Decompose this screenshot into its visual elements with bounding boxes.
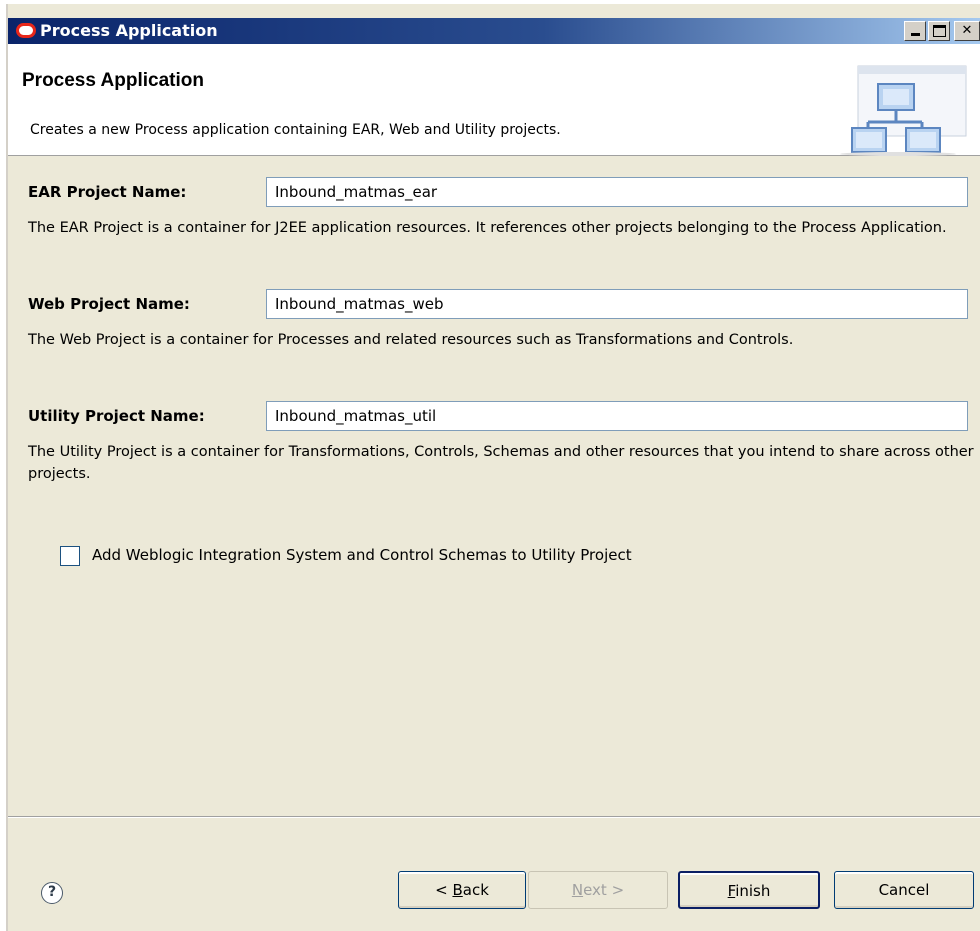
help-icon[interactable]: ?: [41, 882, 63, 904]
cancel-button[interactable]: Cancel: [834, 871, 974, 909]
add-schemas-label[interactable]: Add Weblogic Integration System and Cont…: [92, 546, 632, 564]
utility-project-label: Utility Project Name:: [28, 407, 205, 425]
minimize-button[interactable]: [904, 21, 926, 41]
web-project-help: The Web Project is a container for Proce…: [28, 332, 794, 348]
back-label-rest: ack: [462, 881, 489, 899]
ear-project-label: EAR Project Name:: [28, 183, 187, 201]
next-label-rest: ext >: [583, 881, 625, 899]
web-project-label: Web Project Name:: [28, 295, 190, 313]
add-schemas-checkbox[interactable]: [60, 546, 80, 566]
banner-title: Process Application: [22, 70, 204, 91]
close-icon: ✕: [961, 23, 973, 38]
process-application-dialog: Process Application ✕ Process Applicatio…: [6, 4, 980, 931]
finish-label-rest: inish: [735, 882, 771, 900]
wizard-banner: Process Application Creates a new Proces…: [8, 44, 980, 156]
ear-project-help: The EAR Project is a container for J2EE …: [28, 220, 947, 236]
close-button[interactable]: ✕: [954, 21, 980, 41]
oracle-logo-icon: [16, 23, 36, 38]
window-title: Process Application: [40, 21, 218, 40]
web-project-input[interactable]: [266, 289, 968, 319]
finish-button[interactable]: Finish: [678, 871, 820, 909]
minimize-icon: [911, 33, 920, 36]
utility-project-input[interactable]: [266, 401, 968, 431]
button-bar-separator: [8, 816, 980, 818]
maximize-icon: [933, 25, 946, 37]
next-mnemonic: N: [571, 881, 584, 899]
back-mnemonic: B: [452, 881, 463, 899]
ear-project-input[interactable]: [266, 177, 968, 207]
project-hierarchy-icon: [840, 65, 967, 156]
back-prefix: <: [435, 881, 453, 899]
back-button[interactable]: < Back: [398, 871, 526, 909]
next-button[interactable]: Next >: [528, 871, 668, 909]
maximize-button[interactable]: [928, 21, 950, 41]
title-bar[interactable]: Process Application ✕: [8, 18, 980, 44]
utility-project-help: The Utility Project is a container for T…: [28, 444, 974, 482]
banner-description: Creates a new Process application contai…: [30, 122, 561, 138]
